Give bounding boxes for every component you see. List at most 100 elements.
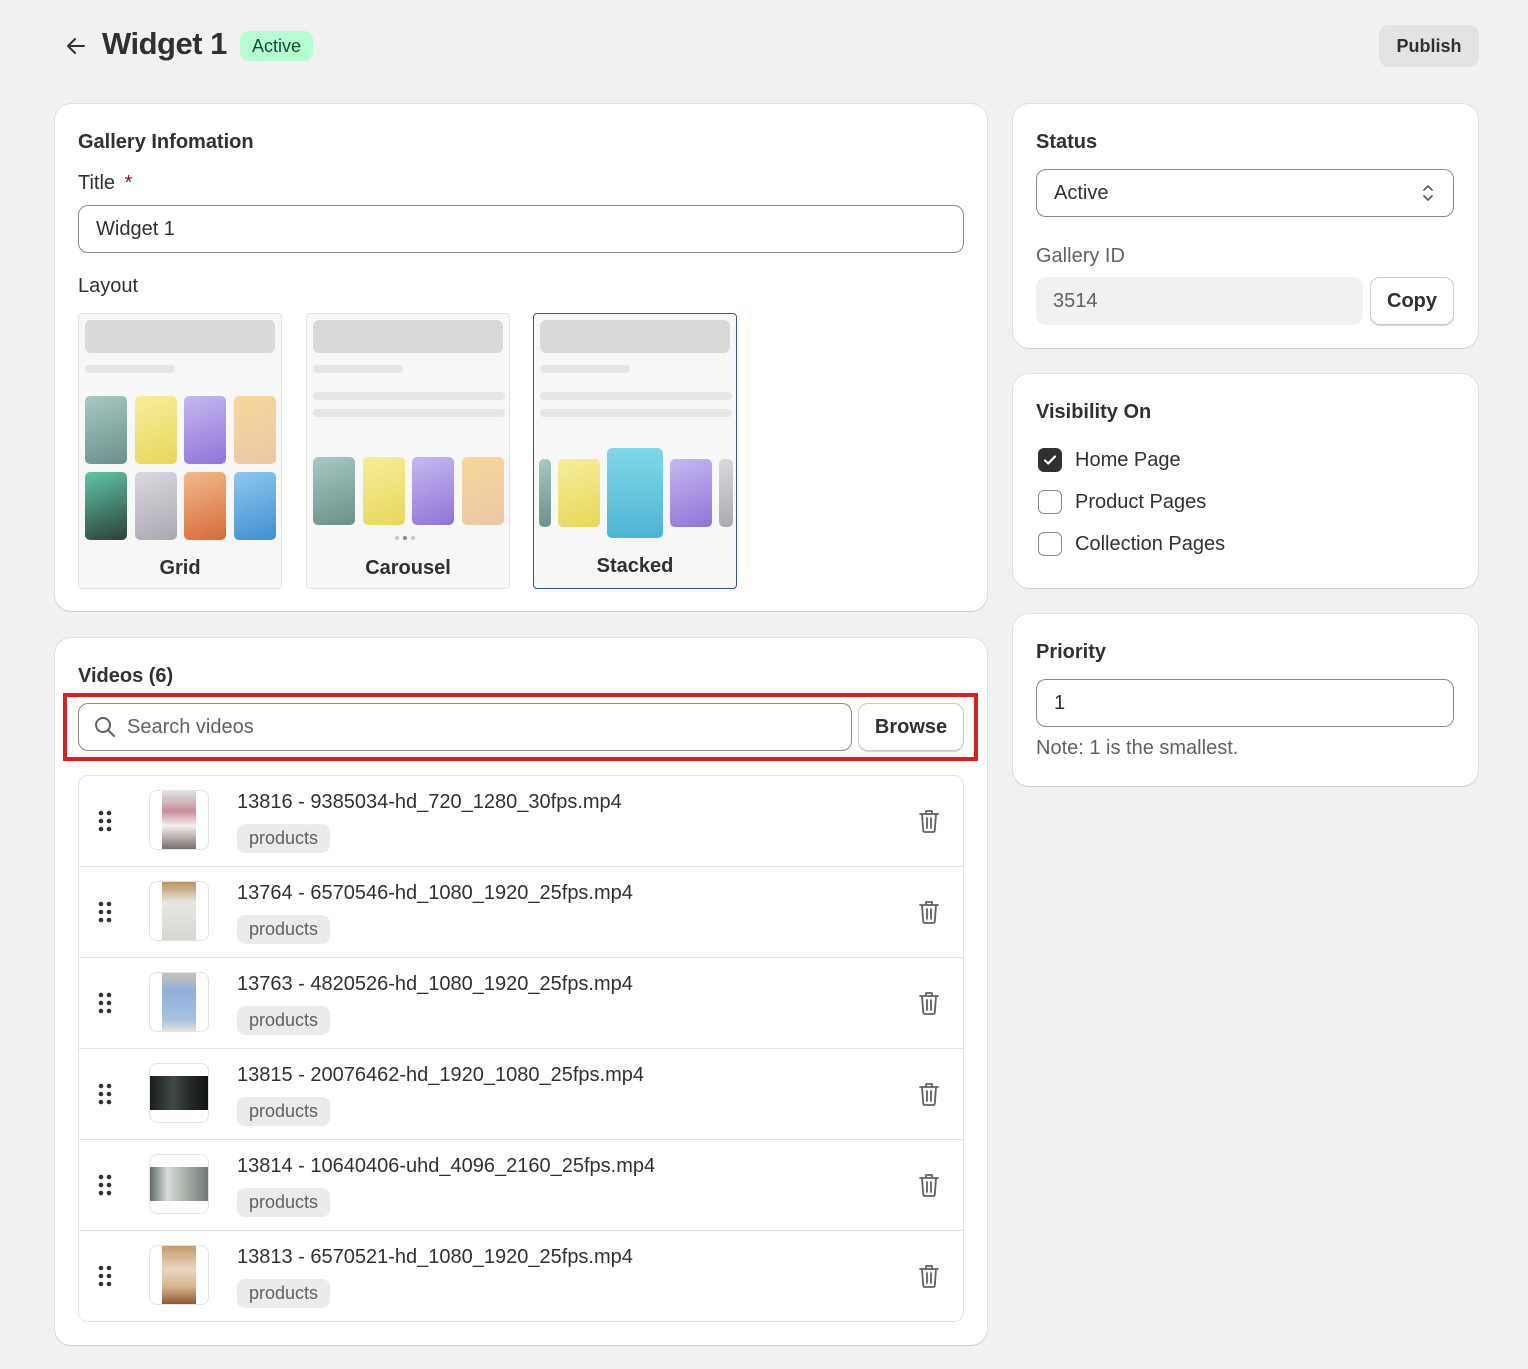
video-thumbnail <box>149 1154 209 1214</box>
video-row: 13813 - 6570521-hd_1080_1920_25fps.mp4 p… <box>79 1231 963 1321</box>
video-tag: products <box>237 1097 331 1126</box>
visibility-card: Visibility On Home Page Product Pages Co… <box>1013 374 1478 588</box>
title-label: Title * <box>78 172 133 194</box>
video-thumbnail <box>149 1245 209 1305</box>
skeleton-line <box>313 392 505 400</box>
skeleton-bar <box>313 320 503 353</box>
gallery-id-label: Gallery ID <box>1036 245 1125 267</box>
stacked-thumb-3 <box>607 448 663 538</box>
copy-button[interactable]: Copy <box>1370 277 1454 325</box>
drag-handle-icon[interactable] <box>98 992 112 1014</box>
video-thumbnail <box>149 790 209 850</box>
checkbox-unchecked[interactable] <box>1038 532 1062 556</box>
grid-thumb-8 <box>234 472 276 540</box>
search-input[interactable]: Search videos <box>78 703 852 751</box>
grid-thumb-2 <box>135 396 177 464</box>
carousel-thumb-2 <box>363 457 405 525</box>
skeleton-line <box>540 392 732 400</box>
layout-option-carousel[interactable]: Carousel <box>306 313 510 589</box>
drag-handle-icon[interactable] <box>98 901 112 923</box>
skeleton-bar <box>85 320 275 353</box>
delete-icon[interactable] <box>917 899 941 925</box>
page-title: Widget 1 <box>102 26 227 61</box>
grid-thumb-3 <box>184 396 226 464</box>
video-tag: products <box>237 1006 331 1035</box>
browse-button[interactable]: Browse <box>858 703 964 751</box>
video-row: 13764 - 6570546-hd_1080_1920_25fps.mp4 p… <box>79 867 963 958</box>
carousel-thumb-3 <box>412 457 454 525</box>
layout-label-grid: Grid <box>159 557 201 579</box>
stacked-thumb-1 <box>539 459 551 527</box>
drag-handle-icon[interactable] <box>98 1083 112 1105</box>
layout-label-stacked: Stacked <box>596 555 674 577</box>
search-placeholder: Search videos <box>127 715 254 738</box>
stacked-thumb-2 <box>558 459 600 527</box>
video-thumbnail <box>149 972 209 1032</box>
skeleton-bar <box>540 320 730 353</box>
gallery-info-heading: Gallery Infomation <box>78 131 254 153</box>
delete-icon[interactable] <box>917 1081 941 1107</box>
title-input[interactable]: Widget 1 <box>78 205 964 253</box>
video-name: 13816 - 9385034-hd_720_1280_30fps.mp4 <box>237 791 622 813</box>
checkmark-icon <box>1043 455 1057 465</box>
video-tag: products <box>237 915 331 944</box>
drag-handle-icon[interactable] <box>98 1174 112 1196</box>
status-select[interactable]: Active <box>1036 169 1454 217</box>
delete-icon[interactable] <box>917 1172 941 1198</box>
videos-card: Videos (6) Search videos Browse 13816 - … <box>55 638 987 1345</box>
skeleton-line <box>540 409 732 417</box>
checkbox-unchecked[interactable] <box>1038 490 1062 514</box>
carousel-dots <box>395 536 415 540</box>
video-tag: products <box>237 824 331 853</box>
carousel-thumb-4 <box>462 457 504 525</box>
checkbox-collection-pages[interactable]: Collection Pages <box>1038 529 1225 559</box>
skeleton-line <box>313 409 505 417</box>
stacked-thumb-5 <box>719 459 733 527</box>
grid-thumb-6 <box>135 472 177 540</box>
video-name: 13763 - 4820526-hd_1080_1920_25fps.mp4 <box>237 973 633 995</box>
checkbox-home-page[interactable]: Home Page <box>1038 445 1181 475</box>
drag-handle-icon[interactable] <box>98 1265 112 1287</box>
arrow-left-icon <box>67 38 85 54</box>
gallery-id-field: 3514 <box>1036 277 1363 325</box>
skeleton-line <box>540 365 630 373</box>
delete-icon[interactable] <box>917 990 941 1016</box>
gallery-info-card: Gallery Infomation Title * Widget 1 Layo… <box>55 104 987 611</box>
layout-label: Layout <box>78 275 139 297</box>
search-icon <box>95 717 115 737</box>
checkbox-label: Collection Pages <box>1075 532 1226 555</box>
videos-heading: Videos (6) <box>78 665 174 687</box>
carousel-thumb-1 <box>313 457 355 525</box>
video-thumbnail <box>149 1063 209 1123</box>
priority-heading: Priority <box>1036 641 1107 663</box>
video-row: 13816 - 9385034-hd_720_1280_30fps.mp4 pr… <box>79 776 963 867</box>
priority-input[interactable]: 1 <box>1036 679 1454 727</box>
skeleton-line <box>313 365 403 373</box>
video-list: 13816 - 9385034-hd_720_1280_30fps.mp4 pr… <box>78 775 964 1322</box>
checkbox-checked[interactable] <box>1038 448 1062 472</box>
checkbox-label: Home Page <box>1075 448 1181 471</box>
status-card: Status Active Gallery ID 3514 Copy <box>1013 104 1478 348</box>
delete-icon[interactable] <box>917 808 941 834</box>
video-row: 13815 - 20076462-hd_1920_1080_25fps.mp4 … <box>79 1049 963 1140</box>
video-tag: products <box>237 1279 331 1308</box>
layout-option-stacked[interactable]: Stacked <box>533 313 737 589</box>
visibility-heading: Visibility On <box>1036 401 1152 423</box>
skeleton-line <box>85 365 175 373</box>
video-tag: products <box>237 1188 331 1217</box>
publish-button[interactable]: Publish <box>1379 25 1479 67</box>
grid-thumb-1 <box>85 396 127 464</box>
required-marker: * <box>124 172 133 194</box>
delete-icon[interactable] <box>917 1263 941 1289</box>
status-badge: Active <box>240 31 314 61</box>
stacked-thumb-4 <box>670 459 712 527</box>
grid-thumb-4 <box>234 396 276 464</box>
checkbox-product-pages[interactable]: Product Pages <box>1038 487 1206 517</box>
priority-card: Priority 1 Note: 1 is the smallest. <box>1013 614 1478 786</box>
drag-handle-icon[interactable] <box>98 810 112 832</box>
status-select-value: Active <box>1054 181 1109 204</box>
back-button[interactable] <box>60 30 92 62</box>
layout-option-grid[interactable]: Grid <box>78 313 282 589</box>
video-row: 13814 - 10640406-uhd_4096_2160_25fps.mp4… <box>79 1140 963 1231</box>
select-chevron-icon <box>1423 185 1433 201</box>
